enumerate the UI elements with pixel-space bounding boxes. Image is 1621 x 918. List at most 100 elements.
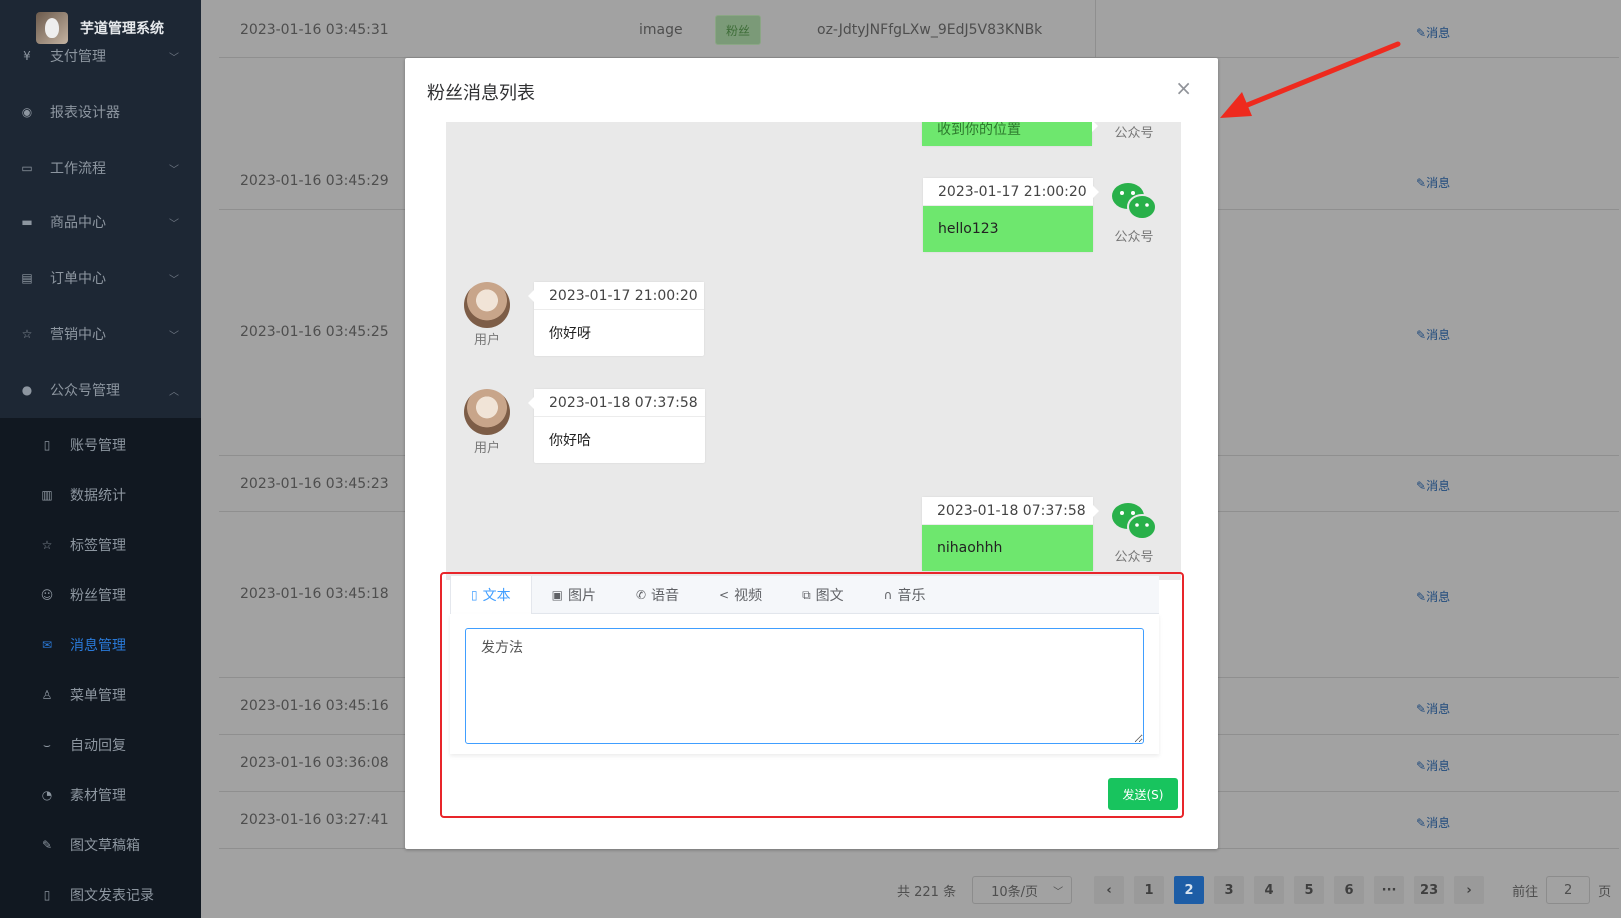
page-ellipsis[interactable]: ··· xyxy=(1374,876,1405,904)
tab-video[interactable]: < 视频 xyxy=(699,576,782,614)
row-time: 2023-01-16 03:27:41 xyxy=(240,812,389,828)
page-button[interactable]: 6 xyxy=(1334,876,1365,904)
user-avatar xyxy=(464,389,510,435)
total-count: 共 221 条 xyxy=(897,884,957,900)
sender-label: 用户 xyxy=(473,441,500,456)
page-button[interactable]: 3 xyxy=(1214,876,1245,904)
next-page-button[interactable]: › xyxy=(1454,876,1485,904)
row-time: 2023-01-16 03:45:18 xyxy=(240,586,389,602)
close-icon[interactable]: × xyxy=(1175,76,1192,100)
message-link[interactable]: ✎消息 xyxy=(1416,174,1450,191)
edit-icon: ✎ xyxy=(41,838,53,852)
message-text: 收到你的位置 xyxy=(922,122,1092,146)
prev-page-button[interactable]: ‹ xyxy=(1094,876,1125,904)
sender-label: 公众号 xyxy=(1114,126,1154,141)
page-button[interactable]: 5 xyxy=(1294,876,1325,904)
yen-icon: ¥ xyxy=(23,49,31,63)
tab-voice[interactable]: ✆ 语音 xyxy=(616,576,699,614)
row-time: 2023-01-16 03:45:16 xyxy=(240,698,389,714)
row-time: 2023-01-16 03:45:31 xyxy=(240,22,389,38)
submenu-label: 账号管理 xyxy=(70,438,126,454)
menu-pay[interactable]: ¥ 支付管理 ﹀ xyxy=(0,30,201,82)
submenu-stats[interactable]: ▥ 数据统计 xyxy=(0,470,201,520)
sidebar: 芋道管理系统 ¥ 支付管理 ﹀ ◉ 报表设计器 ▭ 工作流程 ﹀ ▬ 商品中心 … xyxy=(0,0,201,918)
sender-label: 公众号 xyxy=(1114,550,1154,565)
submenu-material[interactable]: ◔ 素材管理 xyxy=(0,770,201,820)
report-icon: ◉ xyxy=(21,105,33,119)
message-link[interactable]: ✎消息 xyxy=(1416,326,1450,343)
submenu-fans[interactable]: ☺ 粉丝管理 xyxy=(0,570,201,620)
menu-report[interactable]: ◉ 报表设计器 xyxy=(0,84,201,140)
goto-label: 前往 xyxy=(1512,884,1539,900)
menu-workflow[interactable]: ▭ 工作流程 ﹀ xyxy=(0,140,201,196)
dialog-title: 粉丝消息列表 xyxy=(427,83,535,104)
phone-icon: ▯ xyxy=(43,438,51,452)
menu-icon: ♙ xyxy=(41,688,53,702)
menu-label: 公众号管理 xyxy=(50,383,120,399)
sender-label: 公众号 xyxy=(1114,230,1154,245)
message-input[interactable] xyxy=(465,628,1144,744)
submenu-publish[interactable]: ▯ 图文发表记录 xyxy=(0,870,201,918)
chat-history[interactable]: 收到你的位置 公众号 2023-01-17 21:00:20 hello123 … xyxy=(446,122,1181,580)
chevron-down-icon: ﹀ xyxy=(169,330,179,342)
menu-shop[interactable]: ▬ 商品中心 ﹀ xyxy=(0,194,201,250)
submenu-autoreply[interactable]: ⌣ 自动回复 xyxy=(0,720,201,770)
divider xyxy=(1095,0,1096,58)
message-text: 你好哈 xyxy=(549,433,591,449)
submenu-label: 粉丝管理 xyxy=(70,588,126,604)
page-button[interactable]: 4 xyxy=(1254,876,1285,904)
message-bubble: 2023-01-17 21:00:20 hello123 xyxy=(923,178,1099,252)
tab-image[interactable]: ▣ 图片 xyxy=(532,576,616,614)
chevron-up-icon: ︿ xyxy=(169,386,179,398)
chevron-down-icon: ﹀ xyxy=(169,274,179,286)
message-link[interactable]: ✎消息 xyxy=(1416,24,1450,41)
menu-label: 订单中心 xyxy=(50,271,106,287)
message-bubble: 2023-01-18 07:37:58 你好哈 xyxy=(528,389,705,463)
submenu-drafts[interactable]: ✎ 图文草稿箱 xyxy=(0,820,201,870)
message-type-tabs: ▯ 文本 ▣ 图片 ✆ 语音 < 视频 ⧉ 图文 ∩ 音乐 xyxy=(450,576,1159,614)
phone-icon: ✆ xyxy=(635,588,647,602)
page-size-select[interactable]: 10条/页 ﹀ xyxy=(972,876,1073,904)
shop-icon: ▬ xyxy=(21,215,33,229)
submenu-tags[interactable]: ☆ 标签管理 xyxy=(0,520,201,570)
mail-icon: ✉ xyxy=(41,638,53,652)
message-link[interactable]: ✎消息 xyxy=(1416,757,1450,774)
material-icon: ◔ xyxy=(41,788,53,802)
submenu-messages[interactable]: ✉ 消息管理 xyxy=(0,620,201,670)
menu-label: 营销中心 xyxy=(50,327,106,343)
menu-order[interactable]: ▤ 订单中心 ﹀ xyxy=(0,250,201,306)
share-icon: < xyxy=(719,588,730,602)
menu-marketing[interactable]: ☆ 营销中心 ﹀ xyxy=(0,306,201,362)
message-link[interactable]: ✎消息 xyxy=(1416,477,1450,494)
chevron-down-icon: ﹀ xyxy=(169,52,179,64)
tab-news[interactable]: ⧉ 图文 xyxy=(782,576,864,614)
chevron-down-icon: ﹀ xyxy=(169,164,179,176)
goto-input[interactable]: 2 xyxy=(1546,876,1591,904)
sender-label: 用户 xyxy=(473,333,500,348)
news-icon: ⧉ xyxy=(802,587,811,602)
send-button[interactable]: 发送(S) xyxy=(1108,778,1178,810)
message-time: 2023-01-17 21:00:20 xyxy=(923,178,1093,206)
page-button[interactable]: 23 xyxy=(1414,876,1445,904)
message-link[interactable]: ✎消息 xyxy=(1416,814,1450,831)
pagination: 共 221 条 10条/页 ﹀ ‹ 1 2 3 4 5 6 ··· 23 › 前… xyxy=(897,876,1611,904)
page-size-value: 10条/页 xyxy=(991,884,1039,900)
message-link[interactable]: ✎消息 xyxy=(1416,700,1450,717)
tab-music[interactable]: ∩ 音乐 xyxy=(864,576,946,614)
tab-text[interactable]: ▯ 文本 xyxy=(450,576,532,614)
wechat-icon xyxy=(1112,183,1157,220)
submenu-account[interactable]: ▯ 账号管理 xyxy=(0,420,201,470)
picture-icon: ▣ xyxy=(551,588,563,602)
message-text: 你好呀 xyxy=(549,326,591,342)
submenu-menu[interactable]: ♙ 菜单管理 xyxy=(0,670,201,720)
menu-wechat[interactable]: ● 公众号管理 ︿ xyxy=(0,362,201,418)
submenu-label: 菜单管理 xyxy=(70,688,126,704)
row-time: 2023-01-16 03:45:23 xyxy=(240,476,389,492)
menu-label: 商品中心 xyxy=(50,215,106,231)
message-time: 2023-01-18 07:37:58 xyxy=(922,497,1093,525)
page-button[interactable]: 1 xyxy=(1134,876,1165,904)
page-button-current[interactable]: 2 xyxy=(1174,876,1205,904)
annotation-arrow xyxy=(1220,41,1401,118)
message-link[interactable]: ✎消息 xyxy=(1416,588,1450,605)
document-icon: ▯ xyxy=(471,588,478,602)
